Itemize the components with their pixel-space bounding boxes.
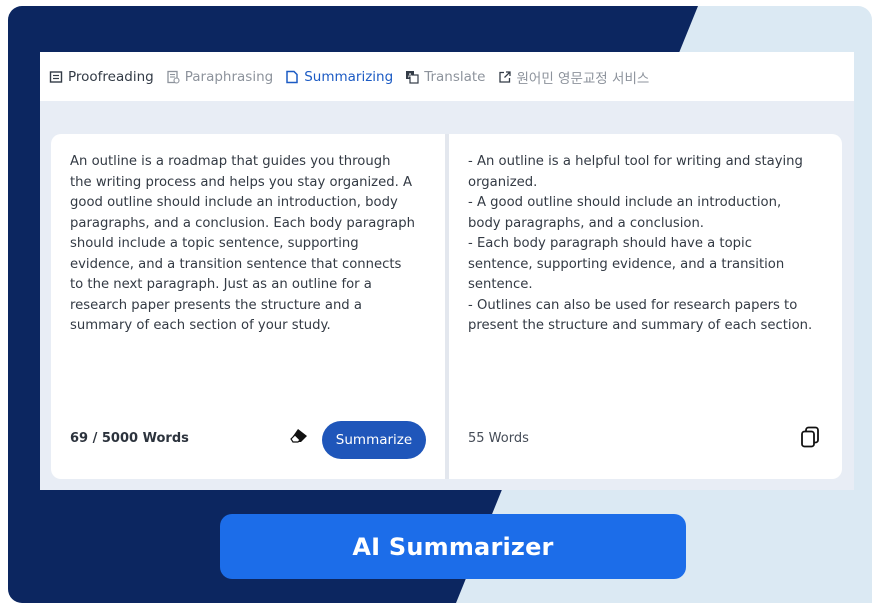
tab-label: Paraphrasing	[184, 68, 274, 85]
app-window: Proofreading Paraphrasing Summarizing A	[40, 52, 854, 490]
input-line: paragraphs, and a conclusion. Each body …	[70, 215, 415, 231]
tab-native-proofreading-service[interactable]: 원어민 영문교정 서비스	[498, 67, 650, 87]
output-line: - Outlines can also be used for research…	[468, 297, 798, 313]
tab-label: Proofreading	[68, 68, 154, 85]
output-line: sentence.	[468, 277, 533, 292]
summary-output: - An outline is a helpful tool for writi…	[468, 152, 828, 337]
output-line: organized.	[468, 174, 538, 190]
output-line: - A good outline should include an intro…	[468, 195, 782, 210]
input-line: good outline should include an introduct…	[70, 195, 398, 210]
tab-translate[interactable]: A Translate	[405, 68, 486, 85]
tab-label: Summarizing	[304, 68, 394, 85]
input-line: research paper presents the structure an…	[70, 297, 362, 313]
external-link-icon	[498, 70, 511, 83]
translate-icon: A	[406, 70, 419, 84]
input-line: to the next paragraph. Just as an outlin…	[70, 277, 372, 292]
document-lines-icon	[49, 70, 63, 83]
output-line: body paragraphs, and a conclusion.	[468, 215, 704, 231]
input-word-count: 69 / 5000 Words	[70, 431, 189, 446]
tab-paraphrasing[interactable]: Paraphrasing	[166, 68, 274, 85]
input-line: should include a topic sentence, support…	[70, 236, 359, 251]
input-line: the writing process and helps you stay o…	[70, 174, 412, 190]
output-line: - An outline is a helpful tool for writi…	[468, 154, 803, 169]
tab-summarizing[interactable]: Summarizing	[285, 69, 393, 85]
output-line: - Each body paragraph should have a topi…	[468, 236, 752, 251]
input-line: evidence, and a transition sentence that…	[70, 256, 402, 272]
tab-label: 원어민 영문교정 서비스	[516, 70, 650, 87]
eraser-icon[interactable]	[289, 428, 309, 444]
output-word-count: 55 Words	[468, 431, 529, 446]
output-panel: - An outline is a helpful tool for writi…	[449, 134, 842, 479]
output-line: sentence, supporting evidence, and a tra…	[468, 256, 785, 272]
tab-proofreading[interactable]: Proofreading	[49, 69, 154, 85]
input-panel[interactable]: An outline is a roadmap that guides you …	[51, 134, 445, 479]
ai-summarizer-banner[interactable]: AI Summarizer	[220, 514, 686, 579]
paraphrase-icon	[167, 70, 180, 84]
summarize-button[interactable]: Summarize	[322, 421, 426, 459]
summary-doc-icon	[286, 70, 298, 83]
tab-label: Translate	[424, 68, 486, 85]
output-line: present the structure and summary of eac…	[468, 318, 813, 333]
tab-bar: Proofreading Paraphrasing Summarizing A	[40, 52, 854, 101]
input-textarea[interactable]: An outline is a roadmap that guides you …	[70, 152, 426, 337]
input-line: An outline is a roadmap that guides you …	[70, 154, 391, 169]
input-line: summary of each section of your study.	[70, 318, 331, 333]
copy-icon[interactable]	[800, 426, 820, 448]
